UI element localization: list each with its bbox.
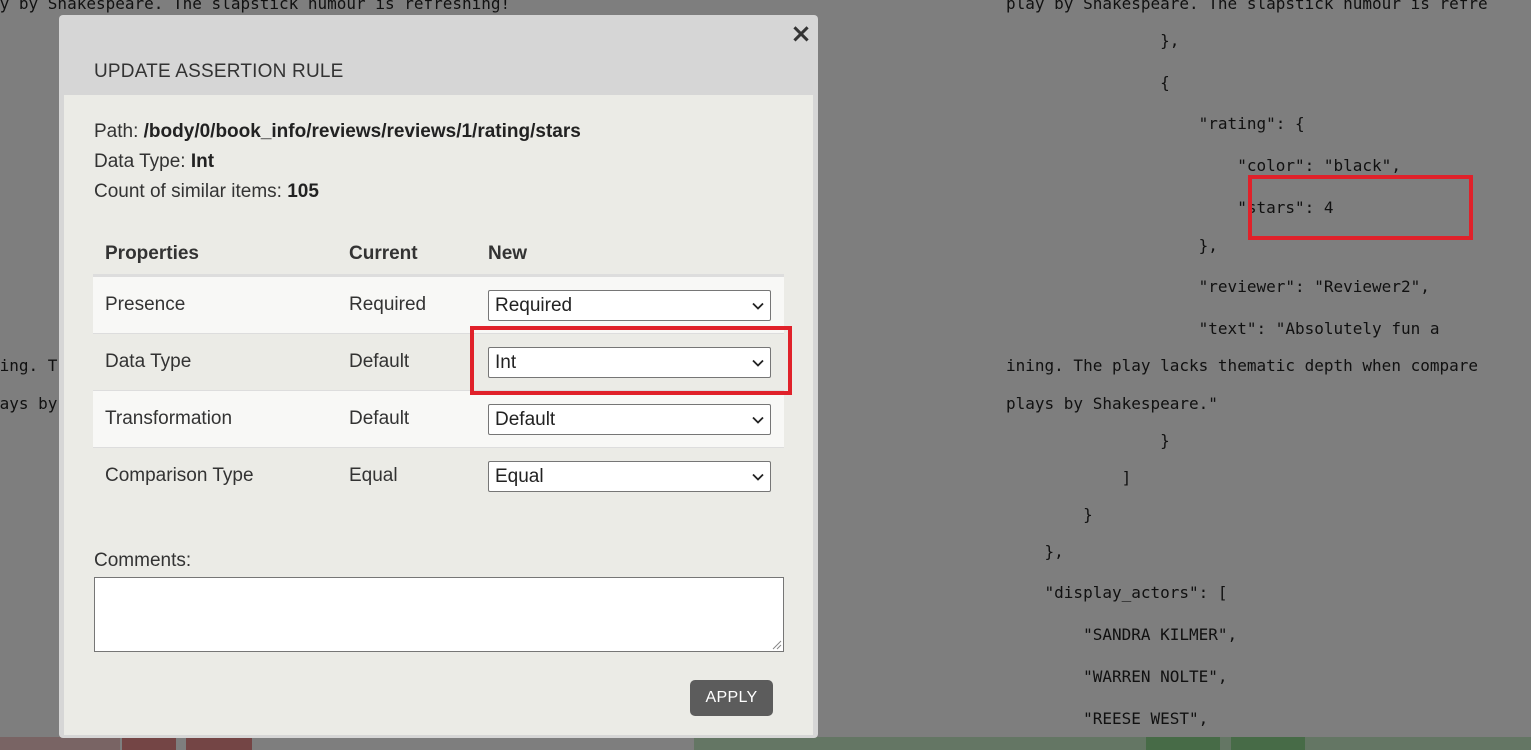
transformation-select[interactable]: Default [488,403,771,435]
comments-textarea[interactable] [94,577,784,652]
select-value: Default [495,408,556,430]
chevron-down-icon [752,302,764,310]
property-name: Comparison Type [93,447,337,504]
current-value: Equal [337,447,476,504]
current-value: Default [337,333,476,391]
path-label: Path: [94,121,144,142]
current-value: Required [337,275,476,334]
header-new: New [476,234,784,277]
new-value-cell: Default [476,390,784,448]
table-header-row: Properties Current New [93,234,784,277]
select-value: Equal [495,465,544,487]
current-value: Default [337,390,476,448]
count-value: 105 [287,181,319,202]
path-value: /body/0/book_info/reviews/reviews/1/rati… [143,121,581,142]
table-row: Presence Required Required [93,275,784,334]
modal-title: UPDATE ASSERTION RULE [94,61,344,82]
select-value: Required [495,294,573,316]
presence-select[interactable]: Required [488,289,771,321]
property-name: Presence [93,275,337,334]
chevron-down-icon [752,416,764,424]
new-value-cell: Equal [476,447,784,504]
comparison-type-select[interactable]: Equal [488,460,771,492]
chevron-down-icon [752,473,764,481]
apply-button[interactable]: APPLY [690,680,773,716]
property-name: Data Type [93,333,337,391]
resize-handle-icon[interactable] [770,638,782,650]
table-row: Comparison Type Equal Equal [93,447,784,504]
header-properties: Properties [93,234,337,277]
property-name: Transformation [93,390,337,448]
count-label: Count of similar items: [94,181,288,202]
data-type-value: Int [190,151,215,172]
data-type-highlight-box [470,326,792,395]
stars-highlight-box [1248,175,1473,240]
path-info: Path: /body/0/book_info/reviews/reviews/… [94,121,581,143]
comments-label: Comments: [94,550,192,571]
header-current: Current [337,234,476,277]
data-type-info: Data Type: Int [94,151,214,173]
modal-body: Path: /body/0/book_info/reviews/reviews/… [64,95,813,735]
data-type-label: Data Type: [94,151,191,172]
count-info: Count of similar items: 105 [94,181,319,203]
close-icon[interactable]: × [790,21,812,47]
table-row: Transformation Default Default [93,390,784,448]
new-value-cell: Required [476,275,784,334]
